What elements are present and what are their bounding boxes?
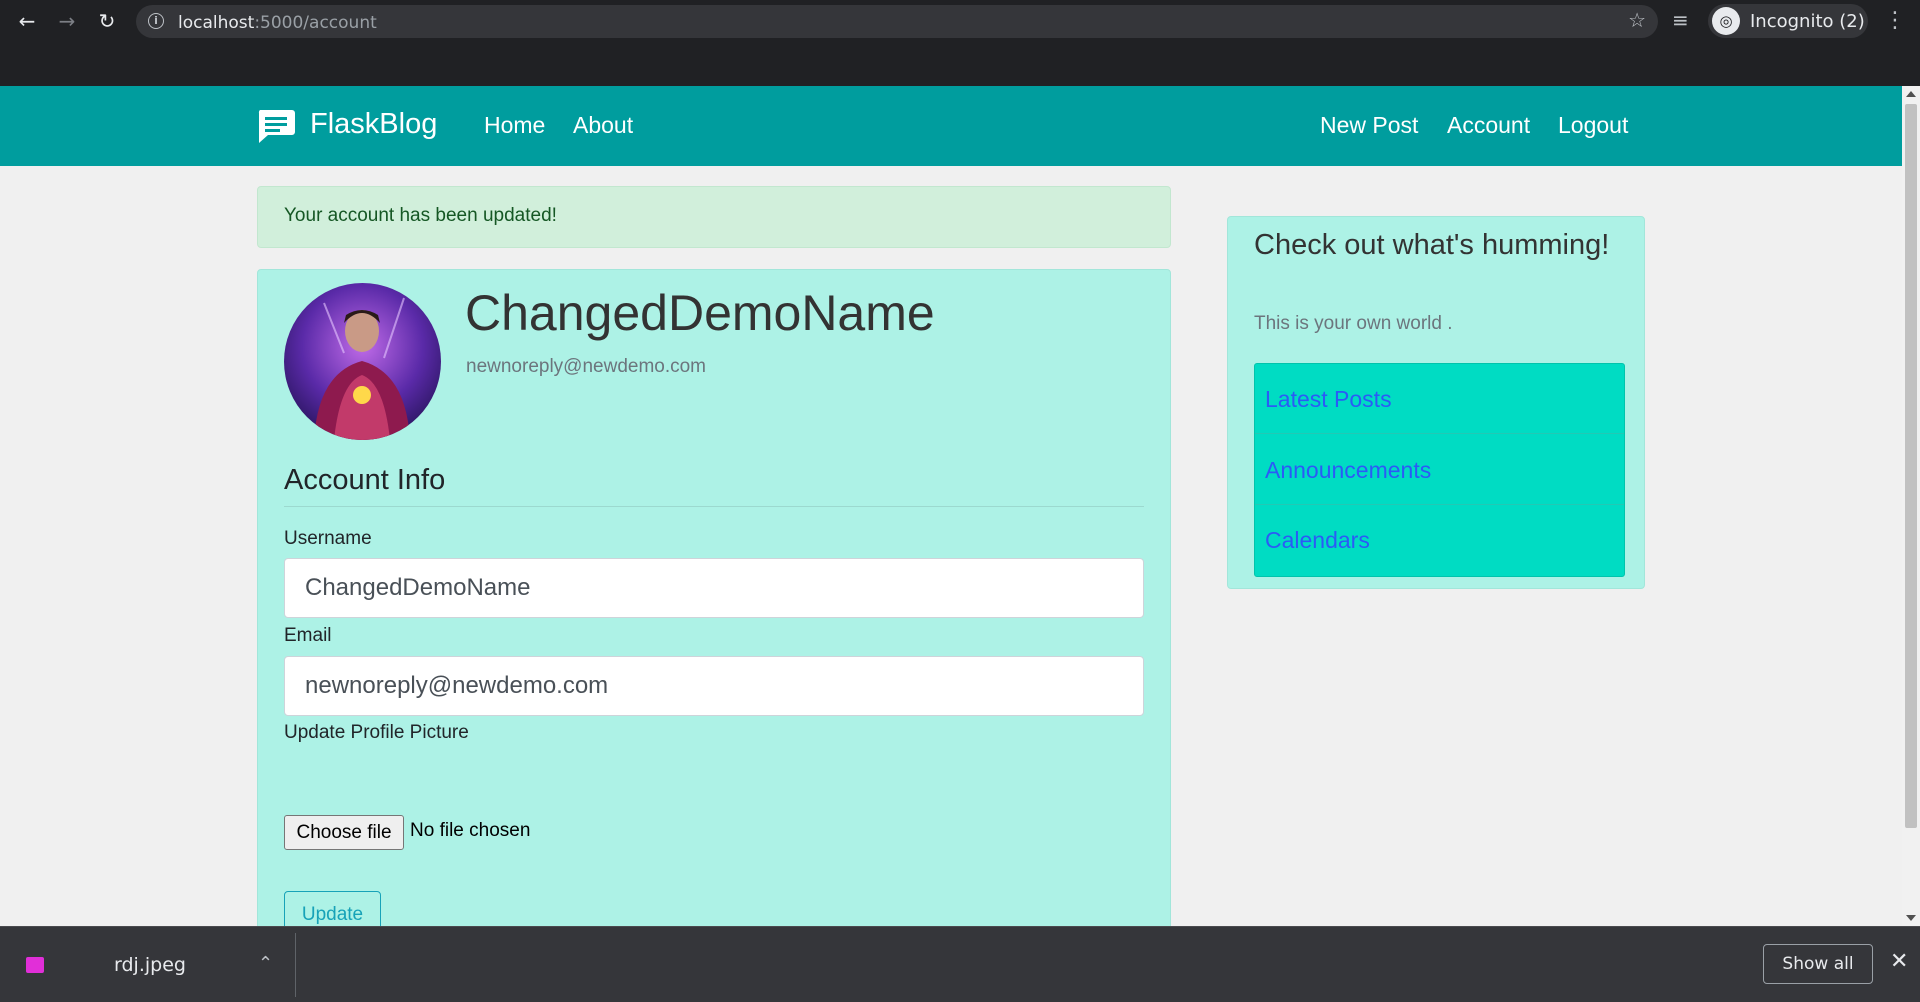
email-label: Email <box>284 625 332 646</box>
close-icon[interactable]: ✕ <box>1890 949 1908 974</box>
nav-account-link[interactable]: Account <box>1447 112 1530 139</box>
sidebar-item-latest-posts[interactable]: Latest Posts <box>1255 364 1624 434</box>
show-all-button[interactable]: Show all <box>1763 944 1873 984</box>
page-scrollbar[interactable] <box>1902 86 1920 926</box>
browser-toolbar: ← → ↻ i localhost:5000/account ☆ ≡ ◎ Inc… <box>0 0 1920 42</box>
profile-username: ChangedDemoName <box>465 285 935 341</box>
sidebar-link-calendars[interactable]: Calendars <box>1265 527 1370 554</box>
page-viewport: FlaskBlog Home About New Post Account Lo… <box>0 86 1902 926</box>
incognito-icon: ◎ <box>1712 7 1740 35</box>
profile-avatar <box>284 283 441 440</box>
scroll-up-arrow-icon[interactable] <box>1906 91 1916 97</box>
sidebar-card: Check out what's humming! This is your o… <box>1227 216 1645 589</box>
picture-label: Update Profile Picture <box>284 722 469 743</box>
incognito-label: Incognito (2) <box>1750 10 1865 32</box>
nav-new-post-link[interactable]: New Post <box>1320 112 1418 139</box>
sidebar-item-announcements[interactable]: Announcements <box>1255 435 1624 505</box>
bookmarks-bar <box>0 42 1920 116</box>
image-file-icon <box>26 957 44 973</box>
account-card: ChangedDemoName newnoreply@newdemo.com A… <box>257 269 1171 926</box>
download-shelf: rdj.jpeg ⌃ Show all ✕ <box>0 926 1920 1002</box>
sidebar-link-latest-posts[interactable]: Latest Posts <box>1265 386 1392 413</box>
nav-home-link[interactable]: Home <box>484 112 545 139</box>
sidebar-link-announcements[interactable]: Announcements <box>1265 457 1431 484</box>
site-info-icon[interactable]: i <box>148 13 164 29</box>
address-bar-url[interactable]: localhost:5000/account <box>178 13 377 33</box>
sidebar-link-list: Latest Posts Announcements Calendars <box>1254 363 1625 577</box>
file-status-text: No file chosen <box>410 820 531 841</box>
alert-message: Your account has been updated! <box>284 205 557 226</box>
browser-menu-icon[interactable]: ⋮ <box>1884 8 1906 33</box>
back-arrow-icon[interactable]: ← <box>14 8 40 34</box>
choose-file-button[interactable]: Choose file <box>284 815 404 850</box>
success-alert: Your account has been updated! <box>257 186 1171 248</box>
bookmark-star-icon[interactable]: ☆ <box>1628 8 1646 32</box>
email-input[interactable] <box>284 656 1144 716</box>
legend-divider <box>284 506 1144 507</box>
url-path: :5000/account <box>254 13 377 33</box>
sidebar-item-calendars[interactable]: Calendars <box>1255 505 1624 575</box>
url-host: localhost <box>178 13 255 33</box>
username-label: Username <box>284 528 372 549</box>
chevron-up-icon[interactable]: ⌃ <box>258 953 273 974</box>
update-button[interactable]: Update <box>284 891 381 926</box>
media-queue-icon[interactable]: ≡ <box>1672 8 1689 32</box>
site-navbar: FlaskBlog Home About New Post Account Lo… <box>0 86 1902 166</box>
profile-email: newnoreply@newdemo.com <box>466 356 707 377</box>
sidebar-text: This is your own world . <box>1254 313 1453 334</box>
nav-about-link[interactable]: About <box>573 112 633 139</box>
chat-bubble-icon <box>258 110 295 143</box>
account-info-legend: Account Info <box>284 464 446 496</box>
brand-link[interactable]: FlaskBlog <box>310 108 437 141</box>
scroll-thumb[interactable] <box>1905 104 1917 828</box>
nav-logout-link[interactable]: Logout <box>1558 112 1628 139</box>
incognito-profile-button[interactable]: ◎ Incognito (2) <box>1708 4 1868 38</box>
download-file-name[interactable]: rdj.jpeg <box>114 954 186 976</box>
scroll-down-arrow-icon[interactable] <box>1906 915 1916 921</box>
reload-icon[interactable]: ↻ <box>94 8 120 34</box>
sidebar-title: Check out what's humming! <box>1254 229 1610 261</box>
shelf-divider <box>295 933 296 997</box>
forward-arrow-icon[interactable]: → <box>54 8 80 34</box>
browser-chrome: ← → ↻ i localhost:5000/account ☆ ≡ ◎ Inc… <box>0 0 1920 116</box>
username-input[interactable] <box>284 558 1144 618</box>
address-bar[interactable]: i localhost:5000/account ☆ <box>136 5 1658 38</box>
